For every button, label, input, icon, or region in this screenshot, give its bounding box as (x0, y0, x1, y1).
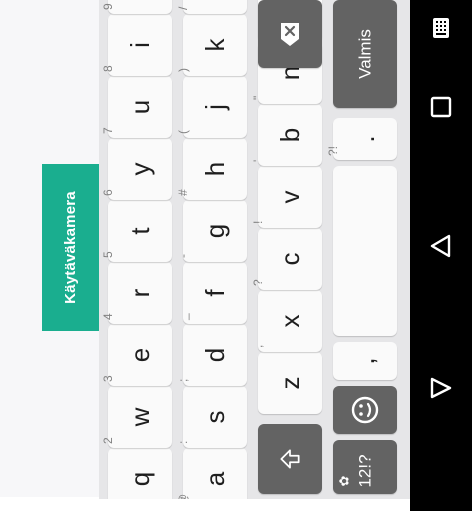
suggestion-label: Käytäväkamera (62, 191, 79, 304)
key-c-hint: ? (251, 279, 265, 286)
key-k-hint: ) (176, 68, 190, 72)
key-i[interactable]: i 8 (101, 14, 172, 76)
key-x-label: x (275, 314, 305, 328)
key-comma[interactable]: , (333, 342, 397, 380)
symbols-label: 12!? (355, 454, 375, 488)
key-r-label: r (125, 288, 155, 298)
key-r[interactable]: r 4 (101, 262, 172, 324)
backspace-key[interactable] (258, 0, 322, 68)
key-o[interactable]: o 9 (101, 0, 172, 14)
key-j-label: j (200, 104, 230, 110)
gear-icon: ✿ (336, 475, 352, 487)
symbols-key[interactable]: 12!? ✿ (333, 440, 397, 494)
home-icon[interactable] (428, 233, 454, 259)
key-w-label: w (125, 407, 155, 427)
key-q-label: q (125, 471, 155, 487)
key-z[interactable]: z (258, 352, 322, 414)
key-x[interactable]: x , (251, 290, 322, 352)
emoji-key[interactable] (333, 386, 397, 434)
keyboard-switch-icon[interactable] (431, 17, 451, 39)
key-d[interactable]: d ; (176, 324, 247, 386)
key-f-hint: _ (176, 313, 190, 320)
key-u[interactable]: u 7 (101, 76, 172, 138)
key-comma-label: , (350, 357, 380, 365)
key-g-label: g (200, 223, 230, 239)
key-x-hint: , (251, 344, 265, 348)
key-v-hint: ! (251, 220, 265, 224)
key-e-label: e (125, 347, 155, 363)
key-j-hint: ( (176, 130, 190, 134)
key-g-hint: - (176, 254, 190, 258)
key-l-hint: / (176, 6, 190, 10)
key-i-label: i (125, 42, 155, 48)
key-h-hint: # (176, 189, 190, 196)
key-period[interactable]: . ?! (326, 118, 397, 160)
keyboard-bottom-strip (99, 499, 410, 511)
key-g[interactable]: g - (176, 200, 247, 262)
back-icon[interactable] (428, 375, 454, 401)
key-s-hint: : (176, 440, 190, 444)
done-key[interactable]: Valmis (333, 0, 397, 108)
shift-icon (280, 449, 300, 469)
key-y-label: y (125, 162, 155, 176)
key-y[interactable]: y 6 (101, 138, 172, 200)
key-w[interactable]: w 2 (101, 386, 172, 448)
backspace-icon (281, 23, 299, 46)
done-label: Valmis (355, 29, 375, 79)
key-k[interactable]: k ) (176, 14, 247, 76)
key-k-label: k (200, 38, 230, 52)
key-r-hint: 4 (101, 313, 115, 320)
key-d-label: d (200, 347, 230, 363)
key-period-hint: ?! (326, 145, 340, 156)
key-d-hint: ; (176, 378, 190, 382)
key-v[interactable]: v ! (251, 166, 322, 228)
keyboard: q 1 w 2 e 3 r 4 t 5 y 6 u 7 i 8 o 9 a @ … (99, 0, 410, 510)
key-o-hint: 9 (101, 3, 115, 10)
key-b-hint: ' (251, 159, 265, 162)
key-l[interactable]: l / (176, 0, 247, 14)
key-i-hint: 8 (101, 65, 115, 72)
navigation-bar (410, 0, 472, 511)
shift-key[interactable] (258, 424, 322, 494)
emoji-icon (351, 396, 379, 424)
key-n-hint: " (251, 95, 265, 100)
key-t-hint: 5 (101, 251, 115, 258)
recents-icon[interactable] (429, 95, 453, 119)
key-w-hint: 2 (101, 437, 115, 444)
key-v-label: v (275, 190, 305, 204)
key-c[interactable]: c ? (251, 228, 322, 290)
key-b-label: b (275, 127, 305, 143)
key-period-label: . (350, 135, 380, 143)
key-s[interactable]: s : (176, 386, 247, 448)
key-b[interactable]: b ' (251, 104, 322, 166)
key-z-label: z (275, 376, 305, 390)
key-u-hint: 7 (101, 127, 115, 134)
key-y-hint: 6 (101, 189, 115, 196)
key-j[interactable]: j ( (176, 76, 247, 138)
space-bar[interactable] (333, 166, 397, 336)
key-t[interactable]: t 5 (101, 200, 172, 262)
app-edge (0, 497, 99, 511)
key-h-label: h (200, 161, 230, 177)
key-e[interactable]: e 3 (101, 324, 172, 386)
key-s-label: s (200, 410, 230, 424)
key-e-hint: 3 (101, 375, 115, 382)
key-c-label: c (275, 252, 305, 266)
key-f[interactable]: f _ (176, 262, 247, 324)
key-u-label: u (125, 99, 155, 115)
key-h[interactable]: h # (176, 138, 247, 200)
suggestion-chip[interactable]: Käytäväkamera (42, 164, 99, 331)
key-f-label: f (200, 289, 230, 297)
key-a-label: a (200, 471, 230, 487)
key-t-label: t (125, 227, 155, 235)
